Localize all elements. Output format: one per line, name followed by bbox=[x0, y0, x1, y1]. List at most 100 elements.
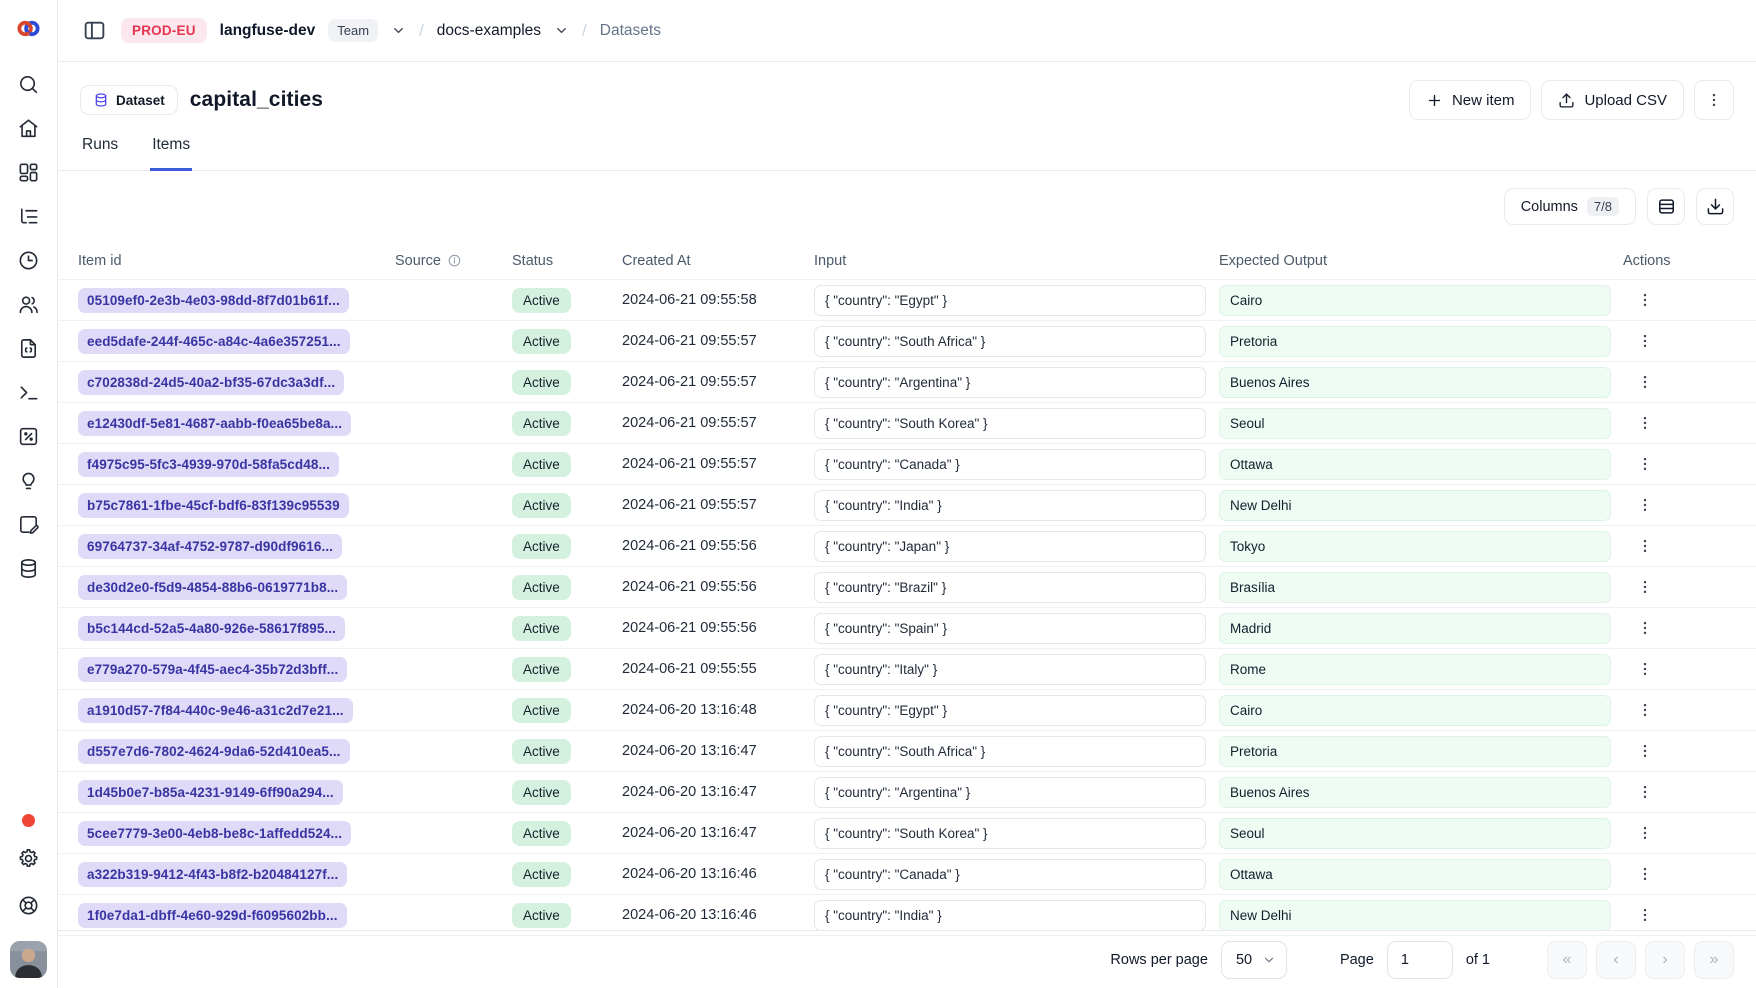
tracing-icon[interactable] bbox=[16, 204, 41, 229]
table-row[interactable]: e12430df-5e81-4687-aabb-f0ea65be8a... Ac… bbox=[58, 403, 1756, 444]
search-icon[interactable] bbox=[16, 72, 41, 97]
export-button[interactable] bbox=[1696, 188, 1734, 225]
table-row[interactable]: 69764737-34af-4752-9787-d90df9616... Act… bbox=[58, 526, 1756, 567]
item-id-pill[interactable]: b75c7861-1fbe-45cf-bdf6-83f139c95539 bbox=[78, 493, 349, 518]
table-row[interactable]: f4975c95-5fc3-4939-970d-58fa5cd48... Act… bbox=[58, 444, 1756, 485]
sessions-clock-icon[interactable] bbox=[16, 248, 41, 273]
row-kebab-menu-button[interactable] bbox=[1631, 327, 1659, 355]
page-kebab-menu-button[interactable] bbox=[1694, 80, 1734, 120]
input-cell: { "country": "Canada" } bbox=[814, 859, 1219, 890]
support-lifebuoy-icon[interactable] bbox=[17, 894, 40, 921]
page-number-input[interactable] bbox=[1387, 941, 1453, 979]
table-row[interactable]: a1910d57-7f84-440c-9e46-a31c2d7e21... Ac… bbox=[58, 690, 1756, 731]
kebab-icon bbox=[1636, 414, 1654, 432]
rows-per-page-select[interactable]: 50 bbox=[1221, 941, 1287, 979]
breadcrumb-section[interactable]: Datasets bbox=[600, 22, 661, 40]
table-row[interactable]: a322b319-9412-4f43-b8f2-b20484127f... Ac… bbox=[58, 854, 1756, 895]
org-chevron-down-icon[interactable] bbox=[391, 23, 406, 38]
kebab-icon bbox=[1636, 332, 1654, 350]
item-id-pill[interactable]: 05109ef0-2e3b-4e03-98dd-8f7d01b61f... bbox=[78, 288, 349, 313]
tab-items[interactable]: Items bbox=[150, 136, 192, 171]
item-id-pill[interactable]: 5cee7779-3e00-4eb8-be8c-1affedd524... bbox=[78, 821, 351, 846]
item-id-pill[interactable]: a322b319-9412-4f43-b8f2-b20484127f... bbox=[78, 862, 347, 887]
row-kebab-menu-button[interactable] bbox=[1631, 573, 1659, 601]
item-id-cell: d557e7d6-7802-4624-9da6-52d410ea5... bbox=[78, 739, 395, 764]
row-kebab-menu-button[interactable] bbox=[1631, 491, 1659, 519]
table-body: 05109ef0-2e3b-4e03-98dd-8f7d01b61f... Ac… bbox=[58, 280, 1756, 936]
columns-button[interactable]: Columns 7/8 bbox=[1504, 188, 1636, 225]
row-kebab-menu-button[interactable] bbox=[1631, 614, 1659, 642]
table-row[interactable]: d557e7d6-7802-4624-9da6-52d410ea5... Act… bbox=[58, 731, 1756, 772]
expected-output-cell: Cairo bbox=[1219, 285, 1623, 316]
row-kebab-menu-button[interactable] bbox=[1631, 532, 1659, 560]
datasets-database-icon[interactable] bbox=[16, 556, 41, 581]
row-kebab-menu-button[interactable] bbox=[1631, 696, 1659, 724]
item-id-pill[interactable]: f4975c95-5fc3-4939-970d-58fa5cd48... bbox=[78, 452, 339, 477]
home-icon[interactable] bbox=[16, 116, 41, 141]
project-name[interactable]: docs-examples bbox=[437, 22, 541, 40]
table-row[interactable]: 5cee7779-3e00-4eb8-be8c-1affedd524... Ac… bbox=[58, 813, 1756, 854]
info-icon[interactable] bbox=[447, 253, 462, 268]
table-row[interactable]: b75c7861-1fbe-45cf-bdf6-83f139c95539 Act… bbox=[58, 485, 1756, 526]
users-icon[interactable] bbox=[16, 292, 41, 317]
tab-runs[interactable]: Runs bbox=[80, 136, 120, 170]
table-row[interactable]: e779a270-579a-4f45-aec4-35b72d3bff... Ac… bbox=[58, 649, 1756, 690]
first-page-button[interactable]: « bbox=[1547, 941, 1587, 979]
settings-gear-icon[interactable] bbox=[17, 847, 40, 874]
status-badge: Active bbox=[512, 657, 571, 682]
table-row[interactable]: 1d45b0e7-b85a-4231-9149-6ff90a294... Act… bbox=[58, 772, 1756, 813]
table-row[interactable]: 05109ef0-2e3b-4e03-98dd-8f7d01b61f... Ac… bbox=[58, 280, 1756, 321]
status-badge: Active bbox=[512, 493, 571, 518]
expected-output-value-box: Pretoria bbox=[1219, 736, 1611, 767]
prev-page-button[interactable]: ‹ bbox=[1596, 941, 1636, 979]
last-page-button[interactable]: » bbox=[1694, 941, 1734, 979]
item-id-pill[interactable]: a1910d57-7f84-440c-9e46-a31c2d7e21... bbox=[78, 698, 353, 723]
row-kebab-menu-button[interactable] bbox=[1631, 901, 1659, 929]
row-kebab-menu-button[interactable] bbox=[1631, 860, 1659, 888]
item-id-pill[interactable]: e779a270-579a-4f45-aec4-35b72d3bff... bbox=[78, 657, 347, 682]
upload-csv-button[interactable]: Upload CSV bbox=[1541, 80, 1684, 120]
playground-terminal-icon[interactable] bbox=[16, 380, 41, 405]
evaluation-lightbulb-icon[interactable] bbox=[16, 468, 41, 493]
table-row[interactable]: c702838d-24d5-40a2-bf35-67dc3a3df... Act… bbox=[58, 362, 1756, 403]
table-row[interactable]: eed5dafe-244f-465c-a84c-4a6e357251... Ac… bbox=[58, 321, 1756, 362]
row-kebab-menu-button[interactable] bbox=[1631, 737, 1659, 765]
annotation-queues-icon[interactable] bbox=[16, 512, 41, 537]
dashboards-icon[interactable] bbox=[16, 160, 41, 185]
prompts-icon[interactable] bbox=[16, 336, 41, 361]
scores-percent-icon[interactable] bbox=[16, 424, 41, 449]
item-id-pill[interactable]: 1f0e7da1-dbff-4e60-929d-f6095602bb... bbox=[78, 903, 347, 928]
actions-cell bbox=[1623, 901, 1736, 929]
item-id-pill[interactable]: de30d2e0-f5d9-4854-88b6-0619771b8... bbox=[78, 575, 347, 600]
row-kebab-menu-button[interactable] bbox=[1631, 450, 1659, 478]
new-item-button[interactable]: New item bbox=[1409, 80, 1532, 120]
sidebar-toggle-icon[interactable] bbox=[80, 17, 108, 45]
table-toolbar: Columns 7/8 bbox=[58, 171, 1756, 242]
item-id-pill[interactable]: c702838d-24d5-40a2-bf35-67dc3a3df... bbox=[78, 370, 344, 395]
status-cell: Active bbox=[512, 411, 622, 436]
row-height-button[interactable] bbox=[1647, 188, 1685, 225]
input-cell: { "country": "Brazil" } bbox=[814, 572, 1219, 603]
project-chevron-down-icon[interactable] bbox=[554, 23, 569, 38]
langfuse-logo-icon[interactable] bbox=[15, 15, 42, 42]
user-avatar[interactable] bbox=[10, 941, 47, 978]
input-value-box: { "country": "India" } bbox=[814, 490, 1206, 521]
next-page-button[interactable]: › bbox=[1645, 941, 1685, 979]
item-id-pill[interactable]: 69764737-34af-4752-9787-d90df9616... bbox=[78, 534, 342, 559]
row-kebab-menu-button[interactable] bbox=[1631, 286, 1659, 314]
row-kebab-menu-button[interactable] bbox=[1631, 819, 1659, 847]
input-cell: { "country": "India" } bbox=[814, 490, 1219, 521]
status-cell: Active bbox=[512, 862, 622, 887]
row-kebab-menu-button[interactable] bbox=[1631, 409, 1659, 437]
item-id-pill[interactable]: 1d45b0e7-b85a-4231-9149-6ff90a294... bbox=[78, 780, 343, 805]
row-kebab-menu-button[interactable] bbox=[1631, 655, 1659, 683]
table-row[interactable]: b5c144cd-52a5-4a80-926e-58617f895... Act… bbox=[58, 608, 1756, 649]
item-id-pill[interactable]: d557e7d6-7802-4624-9da6-52d410ea5... bbox=[78, 739, 350, 764]
row-kebab-menu-button[interactable] bbox=[1631, 368, 1659, 396]
item-id-pill[interactable]: e12430df-5e81-4687-aabb-f0ea65be8a... bbox=[78, 411, 351, 436]
org-name[interactable]: langfuse-dev bbox=[220, 22, 316, 40]
item-id-pill[interactable]: eed5dafe-244f-465c-a84c-4a6e357251... bbox=[78, 329, 350, 354]
row-kebab-menu-button[interactable] bbox=[1631, 778, 1659, 806]
table-row[interactable]: de30d2e0-f5d9-4854-88b6-0619771b8... Act… bbox=[58, 567, 1756, 608]
item-id-pill[interactable]: b5c144cd-52a5-4a80-926e-58617f895... bbox=[78, 616, 345, 641]
